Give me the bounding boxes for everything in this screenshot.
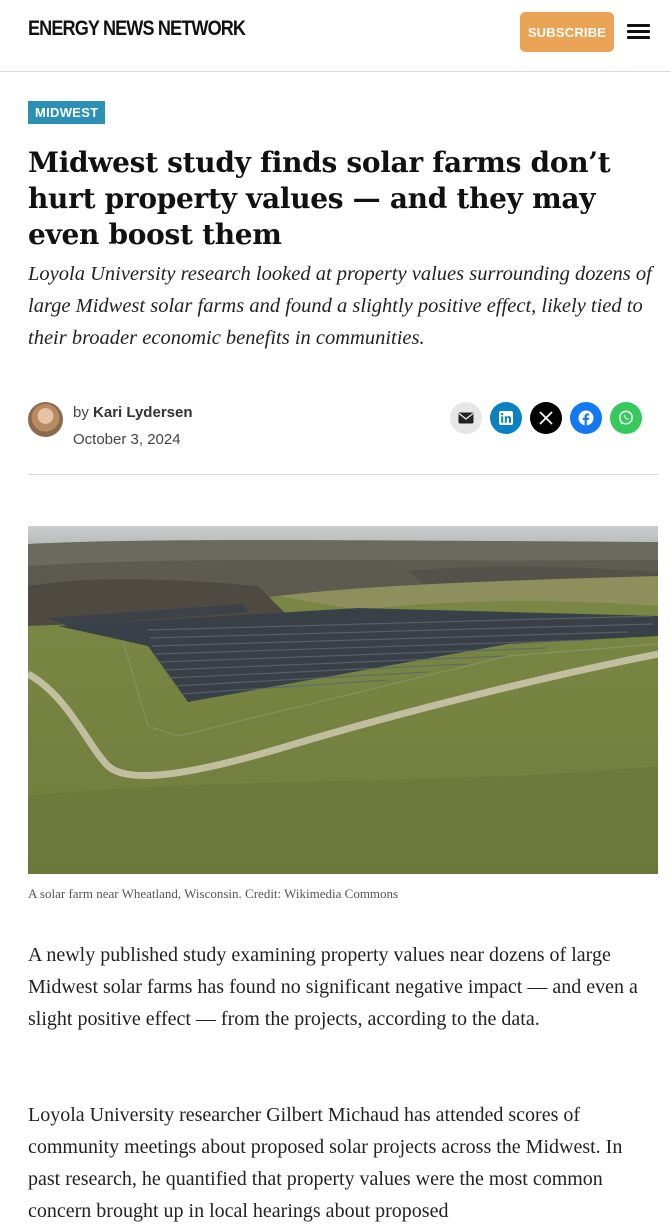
byline: by Kari Lydersen October 3, 2024 (28, 400, 643, 456)
linkedin-icon[interactable] (490, 402, 522, 434)
share-buttons (450, 402, 642, 434)
email-icon[interactable] (450, 402, 482, 434)
article-dek: Loyola University research looked at pro… (28, 263, 652, 349)
article-paragraph-2: Loyola University researcher Gilbert Mic… (28, 1104, 623, 1222)
article-photo[interactable] (28, 526, 658, 874)
byline-divider (28, 474, 658, 475)
byline-text: by Kari Lydersen (73, 404, 193, 421)
facebook-icon[interactable] (570, 402, 602, 434)
photo-caption: A solar farm near Wheatland, Wisconsin. … (28, 886, 399, 901)
site-logo[interactable]: ENERGY NEWS NETWORK (28, 17, 246, 41)
hamburger-menu-icon[interactable] (627, 22, 650, 41)
article-paragraph-1: A newly published study examining proper… (28, 944, 638, 1030)
whatsapp-icon[interactable] (610, 402, 642, 434)
publish-date: October 3, 2024 (73, 431, 181, 448)
byline-prefix: by (73, 404, 89, 421)
author-avatar[interactable] (28, 402, 63, 437)
site-header: ENERGY NEWS NETWORK SUBSCRIBE (0, 0, 671, 72)
article-title: Midwest study finds solar farms don’t hu… (28, 146, 611, 251)
subscribe-button[interactable]: SUBSCRIBE (520, 12, 614, 52)
x-icon[interactable] (530, 402, 562, 434)
author-link[interactable]: Kari Lydersen (93, 404, 193, 421)
category-tag[interactable]: MIDWEST (28, 101, 106, 124)
